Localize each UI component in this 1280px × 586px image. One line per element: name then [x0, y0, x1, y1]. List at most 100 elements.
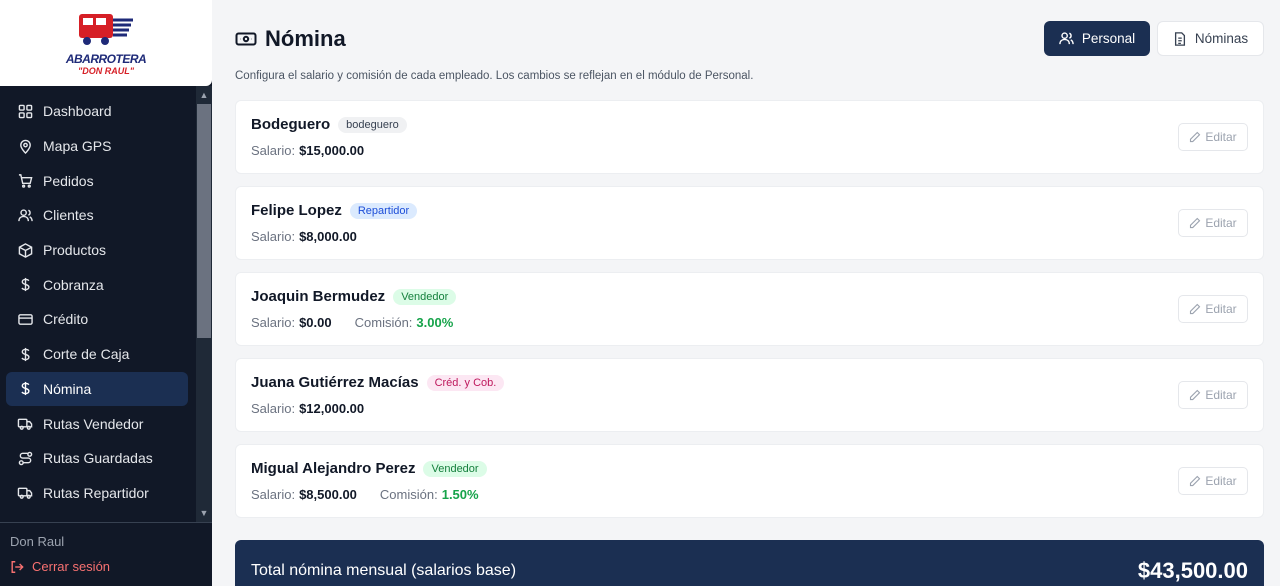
sidebar-item-label: Rutas Guardadas: [43, 450, 153, 467]
pencil-icon: [1190, 475, 1201, 487]
commission-label: Comisión:: [354, 315, 413, 330]
edit-button[interactable]: Editar: [1178, 381, 1248, 409]
sidebar-item-rutas-vendedor[interactable]: Rutas Vendedor: [6, 406, 188, 441]
brand-subtitle: "DON RAUL": [77, 66, 135, 76]
sidebar-item-label: Cobranza: [43, 276, 104, 293]
total-summary-bar: Total nómina mensual (salarios base) $43…: [235, 540, 1264, 586]
truck-icon: [17, 485, 33, 501]
dollar-icon: [17, 381, 33, 397]
sidebar-item-label: Dashboard: [43, 103, 112, 120]
sidebar-item-dashboard[interactable]: Dashboard: [6, 94, 188, 129]
pencil-icon: [1190, 303, 1201, 315]
route-icon: [17, 450, 33, 466]
scroll-down-arrow-icon[interactable]: ▼: [198, 507, 210, 519]
role-badge: bodeguero: [338, 116, 407, 133]
commission-value: 3.00%: [416, 315, 454, 330]
sidebar: ABARROTERA "DON RAUL" ▲ ▼ Dashboard Mapa…: [0, 0, 212, 586]
pencil-icon: [1190, 389, 1201, 401]
edit-label: Editar: [1205, 474, 1237, 488]
employee-name: Joaquin Bermudez: [251, 288, 386, 305]
tab-personal[interactable]: Personal: [1044, 21, 1150, 56]
edit-button[interactable]: Editar: [1178, 295, 1248, 323]
users-icon: [1059, 32, 1074, 45]
dollar-icon: [17, 277, 33, 293]
edit-label: Editar: [1205, 216, 1237, 230]
sidebar-item-credito[interactable]: Crédito: [6, 302, 188, 337]
edit-button[interactable]: Editar: [1178, 209, 1248, 237]
sidebar-item-productos[interactable]: Productos: [6, 233, 188, 268]
salary-label: Salario:: [251, 143, 296, 158]
pencil-icon: [1190, 131, 1201, 143]
salary-label: Salario:: [251, 401, 296, 416]
salary-label: Salario:: [251, 315, 296, 330]
edit-button[interactable]: Editar: [1178, 467, 1248, 495]
cart-icon: [17, 173, 33, 189]
role-badge: Créd. y Cob.: [426, 374, 505, 391]
current-user-name: Don Raul: [10, 534, 65, 549]
logo-area: ABARROTERA "DON RAUL": [0, 0, 212, 86]
page-title: Nómina: [265, 26, 346, 51]
sidebar-item-pedidos[interactable]: Pedidos: [6, 163, 188, 198]
sidebar-scroll-thumb[interactable]: [197, 104, 211, 338]
credit-card-icon: [17, 311, 33, 327]
logout-button[interactable]: Cerrar sesión: [10, 559, 110, 574]
salary-label: Salario:: [251, 229, 296, 244]
total-label: Total nómina mensual (salarios base): [251, 562, 517, 579]
commission-value: 1.50%: [441, 487, 479, 502]
role-badge: Repartidor: [349, 202, 418, 219]
employee-card: Felipe Lopez Repartidor Salario: $8,000.…: [235, 186, 1264, 260]
sidebar-item-nomina[interactable]: Nómina: [6, 371, 188, 407]
edit-label: Editar: [1205, 388, 1237, 402]
role-badge: Vendedor: [423, 460, 487, 477]
tab-label: Personal: [1081, 31, 1136, 46]
users-icon: [17, 207, 33, 223]
logout-label: Cerrar sesión: [32, 559, 111, 574]
employee-name: Felipe Lopez: [251, 202, 342, 219]
sidebar-nav: Dashboard Mapa GPS Pedidos Clientes Prod…: [0, 94, 196, 510]
employee-name: Bodeguero: [251, 116, 331, 133]
sidebar-divider: [0, 522, 212, 523]
brand-name: ABARROTERA: [65, 52, 147, 66]
employee-card: Bodeguero bodeguero Salario: $15,000.00 …: [235, 100, 1264, 174]
employee-card: Migual Alejandro Perez Vendedor Salario:…: [235, 444, 1264, 518]
sidebar-item-rutas-guardadas[interactable]: Rutas Guardadas: [6, 441, 188, 476]
sidebar-item-cobranza[interactable]: Cobranza: [6, 267, 188, 302]
role-badge: Vendedor: [393, 288, 457, 305]
banknote-icon: [235, 31, 257, 47]
sidebar-item-rutas-repartidor[interactable]: Rutas Repartidor: [6, 476, 188, 511]
tab-label: Nóminas: [1194, 31, 1249, 46]
sidebar-item-label: Mapa GPS: [43, 138, 112, 155]
dollar-icon: [17, 346, 33, 362]
sidebar-item-clientes[interactable]: Clientes: [6, 198, 188, 233]
sidebar-item-mapa-gps[interactable]: Mapa GPS: [6, 129, 188, 164]
main-content: Nómina Configura el salario y comisión d…: [212, 0, 1280, 586]
page-header: Nómina: [235, 26, 346, 52]
sidebar-item-label: Corte de Caja: [43, 346, 130, 363]
salary-value: $8,000.00: [299, 229, 357, 244]
employee-name: Migual Alejandro Perez: [251, 460, 416, 477]
sidebar-item-corte-de-caja[interactable]: Corte de Caja: [6, 337, 188, 372]
edit-label: Editar: [1205, 302, 1237, 316]
employee-card: Juana Gutiérrez Macías Créd. y Cob. Sala…: [235, 358, 1264, 432]
logout-icon: [11, 560, 24, 573]
sidebar-item-label: Productos: [43, 242, 107, 259]
map-pin-icon: [17, 138, 33, 154]
sidebar-item-label: Rutas Vendedor: [43, 415, 144, 432]
edit-button[interactable]: Editar: [1178, 123, 1248, 151]
salary-value: $8,500.00: [299, 487, 357, 502]
tab-nominas[interactable]: Nóminas: [1157, 21, 1264, 56]
grid-icon: [17, 103, 33, 119]
scroll-up-arrow-icon[interactable]: ▲: [198, 89, 210, 101]
salary-value: $15,000.00: [299, 143, 365, 158]
total-value: $43,500.00: [1137, 558, 1248, 583]
pencil-icon: [1190, 217, 1201, 229]
sidebar-item-label: Nómina: [43, 380, 92, 397]
box-icon: [17, 242, 33, 258]
truck-icon: [17, 416, 33, 432]
sidebar-item-label: Crédito: [43, 311, 89, 328]
employee-card: Joaquin Bermudez Vendedor Salario: $0.00…: [235, 272, 1264, 346]
page-subtitle: Configura el salario y comisión de cada …: [235, 70, 754, 82]
sidebar-item-label: Clientes: [43, 207, 94, 224]
salary-value: $12,000.00: [299, 401, 365, 416]
document-icon: [1174, 31, 1185, 46]
